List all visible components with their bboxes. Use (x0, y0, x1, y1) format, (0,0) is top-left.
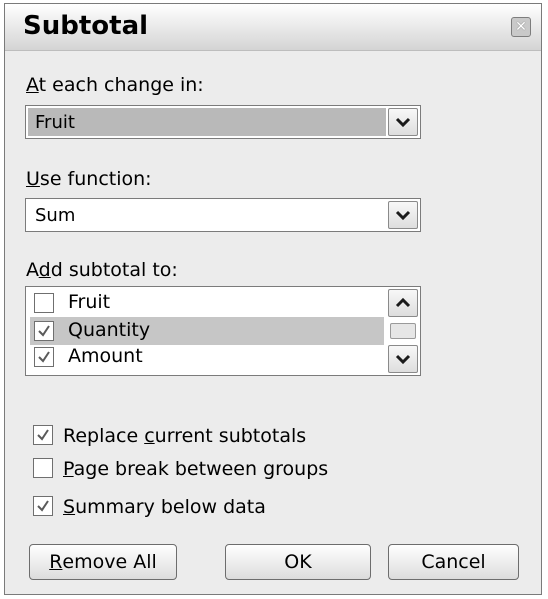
ok-button[interactable]: OK (225, 544, 371, 580)
at-each-change-selection (28, 108, 386, 136)
scroll-up-button[interactable] (388, 289, 418, 317)
page-break-label: Page break between groups (63, 458, 329, 480)
list-item-amount[interactable]: Amount (30, 345, 384, 373)
list-item-label: Amount (68, 345, 143, 367)
checkmark-icon (38, 351, 50, 363)
close-button[interactable]: ✕ (511, 17, 531, 37)
quantity-checkbox[interactable] (34, 321, 54, 341)
use-function-label: Use function: (26, 168, 152, 190)
scroll-thumb[interactable] (390, 323, 416, 339)
list-item-label: Quantity (68, 319, 151, 341)
add-subtotal-label: Add subtotal to: (26, 259, 178, 281)
close-icon: ✕ (515, 19, 527, 35)
replace-subtotals-checkbox[interactable] (33, 425, 53, 445)
summary-below-checkbox[interactable] (33, 496, 53, 516)
at-each-change-dropdown-button[interactable] (388, 108, 418, 136)
use-function-dropdown-button[interactable] (388, 201, 418, 229)
at-each-change-value: Fruit (35, 112, 75, 133)
fruit-checkbox[interactable] (34, 293, 54, 313)
add-subtotal-listbox[interactable]: Fruit Quantity Amount (25, 286, 421, 376)
chevron-down-icon (395, 210, 411, 221)
chevron-down-icon (395, 354, 411, 365)
replace-subtotals-label: Replace current subtotals (63, 425, 307, 447)
summary-below-label: Summary below data (63, 496, 266, 518)
list-item-fruit[interactable]: Fruit (30, 289, 384, 317)
amount-checkbox[interactable] (34, 347, 54, 367)
list-item-label: Fruit (68, 291, 111, 313)
use-function-value: Sum (35, 205, 76, 226)
cancel-button[interactable]: Cancel (388, 544, 519, 580)
page-break-checkbox[interactable] (33, 458, 53, 478)
checkmark-icon (38, 325, 50, 337)
chevron-down-icon (395, 117, 411, 128)
title-bar[interactable]: Subtotal ✕ (5, 4, 541, 51)
checkmark-icon (37, 500, 49, 512)
chevron-up-icon (395, 297, 411, 308)
subtotal-dialog: Subtotal ✕ At each change in: Fruit Use … (4, 3, 542, 595)
listbox-scrollbar[interactable] (388, 289, 418, 373)
list-item-quantity[interactable]: Quantity (30, 317, 384, 345)
at-each-change-dropdown[interactable]: Fruit (25, 105, 421, 139)
dialog-title: Subtotal (23, 11, 149, 41)
checkmark-icon (37, 429, 49, 441)
scroll-down-button[interactable] (388, 345, 418, 373)
at-each-change-label: At each change in: (26, 74, 204, 96)
use-function-dropdown[interactable]: Sum (25, 198, 421, 232)
remove-all-button[interactable]: Remove All (29, 544, 177, 580)
